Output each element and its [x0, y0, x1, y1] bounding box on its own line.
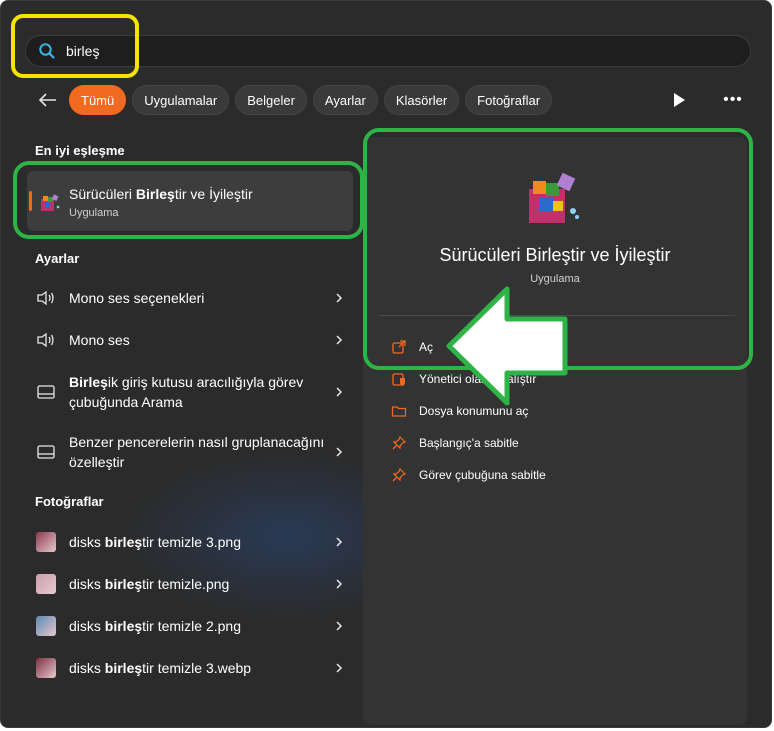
- settings-item-label: Birleşik giriş kutusu aracılığıyla görev…: [69, 374, 304, 410]
- taskbar-icon: [37, 385, 55, 399]
- annotation-arrow-icon: [446, 286, 568, 406]
- settings-item-taskbar-search[interactable]: Birleşik giriş kutusu aracılığıyla görev…: [35, 371, 345, 413]
- pin-icon: [392, 435, 407, 450]
- settings-item-mono-options[interactable]: Mono ses seçenekleri: [35, 288, 345, 308]
- settings-item-label: Mono ses seçenekleri: [69, 290, 205, 306]
- chip-settings[interactable]: Ayarlar: [312, 85, 378, 115]
- action-label: Görev çubuğuna sabitle: [419, 468, 546, 482]
- photo-thumbnail: [36, 616, 56, 636]
- chevron-right-icon: [336, 537, 343, 547]
- chevron-right-icon: [336, 579, 343, 589]
- chevron-right-icon: [336, 387, 343, 397]
- chevron-right-icon: [336, 293, 343, 303]
- taskbar-icon: [37, 445, 55, 459]
- photo-item[interactable]: disks birleştir temizle 2.png: [35, 616, 345, 636]
- highlight-search-yellow: [11, 14, 139, 78]
- folder-icon: [391, 406, 407, 417]
- action-pin-taskbar[interactable]: Görev çubuğuna sabitle: [391, 467, 546, 483]
- play-icon[interactable]: [669, 90, 689, 110]
- photo-thumbnail: [36, 532, 56, 552]
- settings-item-label: Mono ses: [69, 332, 130, 348]
- chip-all[interactable]: Tümü: [69, 85, 127, 115]
- chevron-right-icon: [336, 335, 343, 345]
- action-label: Başlangıç'a sabitle: [419, 436, 519, 450]
- speaker-icon: [37, 290, 54, 306]
- search-input[interactable]: [66, 43, 666, 59]
- chevron-right-icon: [336, 621, 343, 631]
- photo-item-label: disks birleştir temizle 2.png: [69, 618, 241, 634]
- best-match-heading: En iyi eşleşme: [35, 143, 125, 158]
- speaker-icon: [37, 332, 54, 348]
- chevron-right-icon: [336, 447, 343, 457]
- photo-item[interactable]: disks birleştir temizle 3.webp: [35, 658, 345, 678]
- settings-heading: Ayarlar: [35, 251, 80, 266]
- photo-thumbnail: [36, 574, 56, 594]
- settings-item-group-windows[interactable]: Benzer pencerelerin nasıl gruplanacağını…: [35, 431, 345, 473]
- chip-apps[interactable]: Uygulamalar: [132, 85, 230, 115]
- highlight-best-match-green: [13, 161, 364, 239]
- chip-folders[interactable]: Klasörler: [383, 85, 460, 115]
- back-arrow-icon: [39, 93, 56, 107]
- action-pin-start[interactable]: Başlangıç'a sabitle: [391, 435, 519, 451]
- filter-chips: Tümü Uygulamalar Belgeler Ayarlar Klasör…: [69, 85, 553, 115]
- chip-documents[interactable]: Belgeler: [235, 85, 307, 115]
- photo-item-label: disks birleştir temizle 3.webp: [69, 660, 252, 676]
- photo-item[interactable]: disks birleştir temizle.png: [35, 574, 345, 594]
- photo-item[interactable]: disks birleştir temizle 3.png: [35, 532, 345, 552]
- pin-icon: [392, 467, 407, 482]
- photo-thumbnail: [36, 658, 56, 678]
- chevron-right-icon: [336, 663, 343, 673]
- settings-item-mono[interactable]: Mono ses: [35, 330, 345, 350]
- search-window: Tümü Uygulamalar Belgeler Ayarlar Klasör…: [0, 0, 772, 728]
- shield-icon: [392, 373, 405, 386]
- photo-item-label: disks birleştir temizle.png: [69, 576, 230, 592]
- settings-item-label: Benzer pencerelerin nasıl gruplanacağını…: [69, 434, 325, 470]
- photo-item-label: disks birleştir temizle 3.png: [69, 534, 241, 550]
- chip-photos[interactable]: Fotoğraflar: [465, 85, 553, 115]
- more-options-icon[interactable]: •••: [723, 90, 743, 110]
- photos-heading: Fotoğraflar: [35, 494, 104, 509]
- back-button[interactable]: [35, 87, 61, 113]
